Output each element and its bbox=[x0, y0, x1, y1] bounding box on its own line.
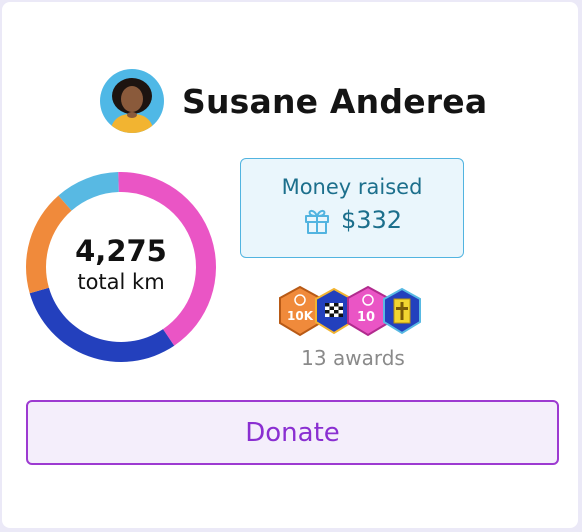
badge-10: 10 bbox=[347, 285, 389, 337]
svg-text:10: 10 bbox=[357, 310, 375, 325]
money-raised-label: Money raised bbox=[281, 175, 423, 199]
badge-checkered-flag bbox=[315, 287, 353, 335]
profile-card: Susane Anderea 4,275 total km Money rais… bbox=[2, 2, 578, 528]
awards-count[interactable]: 13 awards bbox=[242, 346, 464, 370]
donut-center: 4,275 total km bbox=[26, 172, 216, 362]
user-name: Susane Anderea bbox=[182, 81, 488, 121]
award-badges[interactable]: 10K 10 bbox=[276, 285, 426, 339]
total-km-value: 4,275 bbox=[75, 234, 167, 268]
money-raised-amount: $332 bbox=[340, 206, 403, 234]
distance-donut: 4,275 total km bbox=[26, 172, 216, 362]
donate-button[interactable]: Donate bbox=[26, 400, 559, 465]
badge-cross bbox=[383, 287, 421, 335]
money-raised-box: Money raised $332 bbox=[240, 158, 464, 258]
avatar bbox=[100, 69, 164, 133]
gift-icon bbox=[304, 209, 329, 234]
badge-10k: 10K bbox=[279, 285, 321, 337]
profile-header: Susane Anderea bbox=[100, 68, 487, 134]
svg-text:10K: 10K bbox=[287, 309, 314, 323]
total-km-label: total km bbox=[77, 270, 165, 294]
money-raised-row: $332 bbox=[302, 205, 402, 235]
